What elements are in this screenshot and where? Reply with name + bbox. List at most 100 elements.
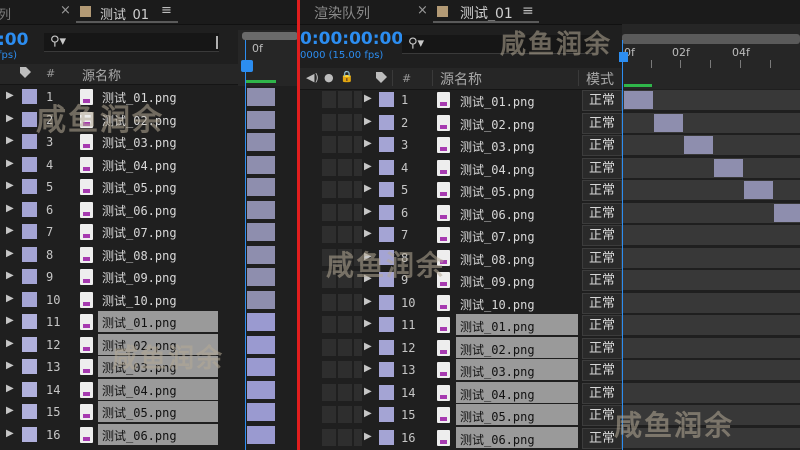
expand-arrow-icon[interactable]: ▶ (6, 360, 14, 371)
layer-row[interactable]: ▶ 16 测试_06.png (0, 423, 298, 447)
video-switch[interactable] (322, 383, 336, 401)
layer-row[interactable]: ▶ 3 测试_03.png (0, 131, 298, 154)
solo-column-icon[interactable]: ● (324, 71, 334, 84)
layer-name[interactable]: 测试_04.png (102, 157, 177, 174)
layer-name[interactable]: 测试_06.png (102, 427, 177, 444)
column-mode-header[interactable]: 模式 (586, 69, 614, 89)
video-switch[interactable] (322, 361, 336, 378)
layer-row[interactable]: ▶ 15 测试_05.png (0, 401, 298, 424)
layer-name[interactable]: 测试_01.png (102, 314, 177, 331)
layer-clip-bar[interactable] (247, 268, 275, 286)
label-tag-icon[interactable] (20, 67, 31, 78)
expand-arrow-icon[interactable]: ▶ (364, 318, 372, 329)
layer-name[interactable]: 测试_07.png (102, 224, 177, 241)
layer-clip-bar[interactable] (247, 155, 275, 174)
layer-name[interactable]: 测试_04.png (460, 161, 535, 178)
video-switch[interactable] (322, 136, 336, 153)
video-switch[interactable] (322, 91, 336, 108)
video-switch[interactable] (322, 203, 336, 221)
label-color-swatch[interactable] (22, 224, 37, 239)
layer-name[interactable]: 测试_07.png (460, 228, 535, 245)
lock-switch[interactable] (354, 226, 362, 243)
layer-row[interactable]: ▶ 9 测试_09.png (0, 266, 298, 289)
layer-name[interactable]: 测试_03.png (102, 134, 177, 151)
video-switch[interactable] (322, 113, 336, 131)
layer-row[interactable]: ▶ 6 测试_06.png 正常 (300, 202, 800, 225)
label-color-swatch[interactable] (22, 314, 37, 329)
label-color-swatch[interactable] (379, 429, 394, 445)
layer-row[interactable]: ▶ 2 测试_02.png (0, 109, 298, 132)
blend-mode-dropdown[interactable]: 正常 (582, 225, 622, 246)
column-source-header[interactable]: 源名称 (440, 69, 482, 89)
layer-clip-bar[interactable] (624, 91, 653, 109)
layer-row[interactable]: ▶ 13 测试_03.png (0, 356, 298, 379)
expand-arrow-icon[interactable]: ▶ (364, 341, 372, 352)
solo-switch[interactable] (338, 361, 352, 378)
label-color-swatch[interactable] (22, 89, 37, 104)
layer-name[interactable]: 测试_01.png (460, 93, 535, 110)
layer-row[interactable]: ▶ 12 测试_02.png (0, 333, 298, 357)
blend-mode-dropdown[interactable]: 正常 (582, 157, 622, 179)
layer-name[interactable]: 测试_01.png (460, 318, 535, 335)
solo-switch[interactable] (338, 113, 352, 131)
label-color-swatch[interactable] (379, 272, 394, 287)
layer-name[interactable]: 测试_06.png (102, 202, 177, 219)
expand-arrow-icon[interactable]: ▶ (6, 405, 14, 416)
column-source-header[interactable]: 源名称 (82, 65, 121, 84)
solo-switch[interactable] (338, 316, 352, 333)
label-color-swatch[interactable] (22, 156, 37, 172)
column-separator[interactable] (432, 70, 433, 86)
layer-name[interactable]: 测试_05.png (460, 408, 535, 425)
time-ruler[interactable]: 0f (238, 30, 298, 86)
video-switch[interactable] (322, 226, 336, 243)
expand-arrow-icon[interactable]: ▶ (364, 206, 372, 217)
label-color-swatch[interactable] (22, 111, 37, 127)
layer-name[interactable]: 测试_02.png (102, 112, 177, 129)
blend-mode-dropdown[interactable]: 正常 (582, 90, 622, 111)
label-color-swatch[interactable] (22, 426, 37, 442)
lock-switch[interactable] (354, 316, 362, 333)
blend-mode-dropdown[interactable]: 正常 (582, 180, 622, 201)
layer-name[interactable]: 测试_02.png (460, 341, 535, 358)
lock-switch[interactable] (354, 383, 362, 401)
lock-column-icon[interactable]: 🔒 (340, 70, 354, 83)
layer-name[interactable]: 测试_10.png (460, 296, 535, 313)
lock-switch[interactable] (354, 338, 362, 356)
layer-name[interactable]: 测试_09.png (460, 273, 535, 290)
solo-switch[interactable] (338, 226, 352, 243)
label-color-swatch[interactable] (22, 134, 37, 149)
label-color-swatch[interactable] (379, 362, 394, 377)
playhead-handle-icon[interactable] (619, 52, 628, 62)
solo-switch[interactable] (338, 271, 352, 288)
layer-clip-bar[interactable] (247, 245, 275, 264)
label-color-swatch[interactable] (22, 201, 37, 217)
solo-switch[interactable] (338, 248, 352, 266)
lock-switch[interactable] (354, 203, 362, 221)
expand-arrow-icon[interactable]: ▶ (364, 386, 372, 397)
layer-name[interactable]: 测试_05.png (102, 404, 177, 421)
layer-name[interactable]: 测试_08.png (102, 247, 177, 264)
layer-name[interactable]: 测试_08.png (460, 251, 535, 268)
solo-switch[interactable] (338, 91, 352, 108)
layer-name[interactable]: 测试_02.png (460, 116, 535, 133)
layer-clip-bar[interactable] (744, 181, 773, 199)
layer-row[interactable]: ▶ 12 测试_02.png 正常 (300, 336, 800, 360)
layer-row[interactable]: ▶ 2 测试_02.png 正常 (300, 112, 800, 135)
column-separator[interactable] (578, 70, 579, 86)
panel-menu-icon[interactable]: ≡ (522, 3, 534, 19)
label-color-swatch[interactable] (22, 336, 37, 352)
lock-switch[interactable] (354, 181, 362, 198)
video-switch[interactable] (322, 181, 336, 198)
layer-row[interactable]: ▶ 10 测试_10.png (0, 289, 298, 312)
blend-mode-dropdown[interactable]: 正常 (582, 247, 622, 269)
current-timecode[interactable]: :00 (0, 30, 28, 50)
solo-switch[interactable] (338, 383, 352, 401)
layer-row[interactable]: ▶ 11 测试_01.png (0, 311, 298, 334)
label-color-swatch[interactable] (379, 159, 394, 175)
label-color-swatch[interactable] (379, 92, 394, 107)
expand-arrow-icon[interactable]: ▶ (364, 251, 372, 262)
comp-tab-label[interactable]: 测试_01 (460, 3, 513, 23)
label-color-swatch[interactable] (379, 317, 394, 332)
layer-clip-bar[interactable] (247, 200, 275, 219)
solo-switch[interactable] (338, 428, 352, 446)
